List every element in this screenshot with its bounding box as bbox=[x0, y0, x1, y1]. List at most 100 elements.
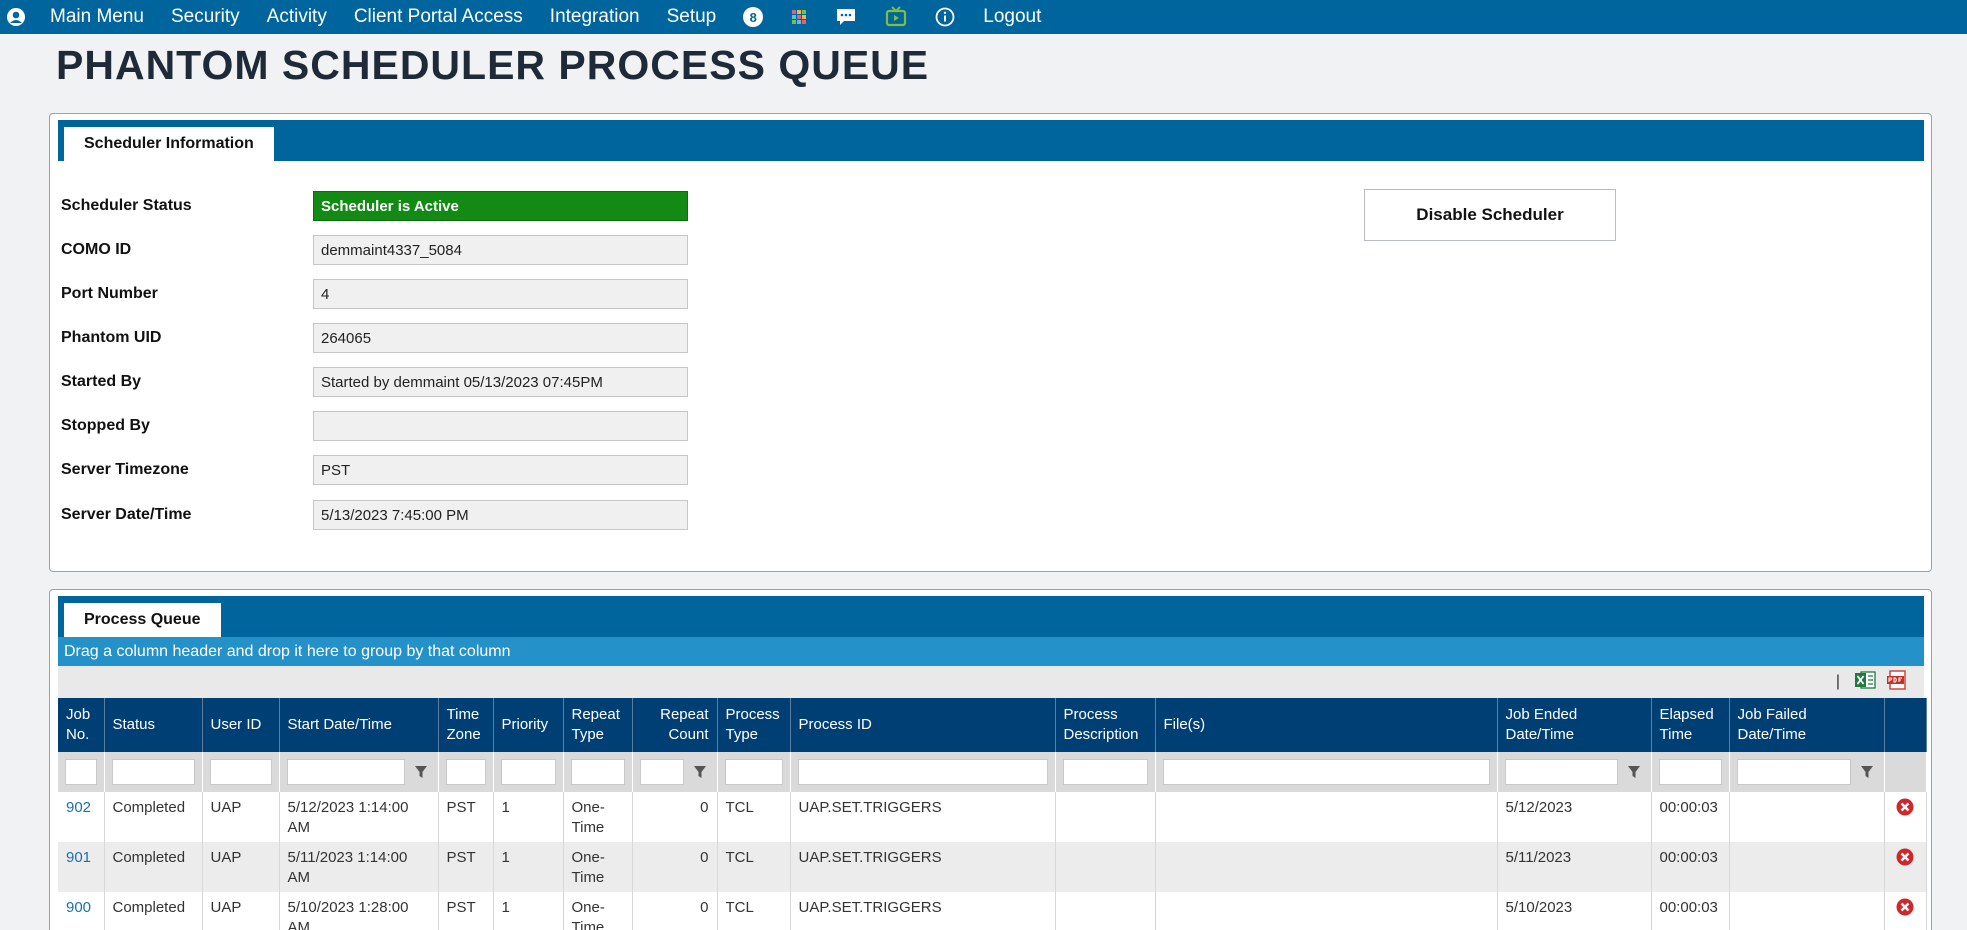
filter-status-input[interactable] bbox=[111, 759, 195, 785]
col-header-process-description[interactable]: Process Description bbox=[1055, 698, 1156, 752]
col-header-user-id[interactable]: User ID bbox=[202, 698, 280, 752]
filter-start-datetime-input[interactable] bbox=[286, 759, 405, 785]
repeat-type-cell: One-Time bbox=[563, 842, 633, 892]
group-by-drop-zone[interactable]: Drag a column header and drop it here to… bbox=[58, 637, 1924, 666]
table-row[interactable]: 900 Completed UAP 5/10/2023 1:28:00 AM P… bbox=[58, 892, 1927, 930]
job-number-link[interactable]: 902 bbox=[66, 799, 91, 816]
table-row[interactable]: 901 Completed UAP 5/11/2023 1:14:00 AM P… bbox=[58, 842, 1927, 892]
process-type-cell: TCL bbox=[717, 842, 791, 892]
filter-priority-input[interactable] bbox=[500, 759, 556, 785]
job-failed-cell bbox=[1729, 842, 1885, 892]
phantom-uid-label: Phantom UID bbox=[61, 329, 162, 346]
col-header-repeat-type[interactable]: Repeat Type bbox=[563, 698, 633, 752]
nav-integration[interactable]: Integration bbox=[550, 6, 640, 28]
filter-actions-cell bbox=[1884, 752, 1927, 792]
col-header-job-ended[interactable]: Job Ended Date/Time bbox=[1497, 698, 1652, 752]
started-by-field: Started by demmaint 05/13/2023 07:45PM bbox=[313, 367, 688, 397]
filter-process-type-input[interactable] bbox=[724, 759, 783, 785]
server-timezone-label: Server Timezone bbox=[61, 461, 189, 478]
tv-icon[interactable] bbox=[885, 6, 907, 28]
start-datetime-cell: 5/11/2023 1:14:00 AM bbox=[279, 842, 439, 892]
process-description-cell bbox=[1055, 792, 1156, 842]
process-type-cell: TCL bbox=[717, 892, 791, 930]
repeat-type-cell: One-Time bbox=[563, 792, 633, 842]
disable-scheduler-button[interactable]: Disable Scheduler bbox=[1364, 189, 1616, 241]
chat-icon[interactable] bbox=[835, 7, 857, 27]
repeat-count-cell: 0 bbox=[632, 892, 718, 930]
server-timezone-field: PST bbox=[313, 455, 688, 485]
process-description-cell bbox=[1055, 892, 1156, 930]
status-cell: Completed bbox=[104, 892, 203, 930]
nav-security[interactable]: Security bbox=[171, 6, 240, 28]
filter-files-input[interactable] bbox=[1162, 759, 1490, 785]
priority-cell: 1 bbox=[493, 792, 564, 842]
filter-job-ended-input[interactable] bbox=[1504, 759, 1618, 785]
job-failed-cell bbox=[1729, 792, 1885, 842]
delete-x-icon[interactable] bbox=[1893, 848, 1918, 866]
filter-user-id-input[interactable] bbox=[209, 759, 272, 785]
tab-scheduler-information[interactable]: Scheduler Information bbox=[64, 127, 274, 161]
filter-funnel-icon[interactable] bbox=[411, 759, 431, 785]
nav-client-portal-access[interactable]: Client Portal Access bbox=[354, 6, 523, 28]
col-header-job-no[interactable]: Job No. bbox=[58, 698, 105, 752]
user-id-cell: UAP bbox=[202, 842, 280, 892]
process-description-cell bbox=[1055, 842, 1156, 892]
col-header-time-zone[interactable]: Time Zone bbox=[438, 698, 494, 752]
row-server-datetime: Server Date/Time 5/13/2023 7:45:00 PM bbox=[61, 500, 688, 530]
repeat-count-cell: 0 bbox=[632, 842, 718, 892]
job-ended-cell: 5/12/2023 bbox=[1497, 792, 1652, 842]
filter-time-zone-input[interactable] bbox=[445, 759, 486, 785]
process-type-cell: TCL bbox=[717, 792, 791, 842]
job-ended-cell: 5/11/2023 bbox=[1497, 842, 1652, 892]
col-header-priority[interactable]: Priority bbox=[493, 698, 564, 752]
excel-export-icon[interactable] bbox=[1854, 670, 1876, 694]
job-ended-cell: 5/10/2023 bbox=[1497, 892, 1652, 930]
col-header-process-type[interactable]: Process Type bbox=[717, 698, 791, 752]
grid-toolbar: | bbox=[58, 666, 1924, 698]
tab-process-queue[interactable]: Process Queue bbox=[64, 603, 221, 637]
row-server-timezone: Server Timezone PST bbox=[61, 455, 688, 485]
col-header-job-failed[interactable]: Job Failed Date/Time bbox=[1729, 698, 1885, 752]
filter-job-no-input[interactable] bbox=[65, 759, 97, 785]
nav-main-menu[interactable]: Main Menu bbox=[50, 6, 144, 28]
filter-job-failed-input[interactable] bbox=[1736, 759, 1851, 785]
process-queue-header: Process Queue bbox=[58, 596, 1924, 637]
col-header-process-id[interactable]: Process ID bbox=[790, 698, 1056, 752]
job-number-link[interactable]: 900 bbox=[66, 899, 91, 916]
started-by-label: Started By bbox=[61, 373, 142, 390]
col-header-files[interactable]: File(s) bbox=[1155, 698, 1498, 752]
notification-badge-icon[interactable]: 8 bbox=[743, 7, 764, 27]
table-row[interactable]: 902 Completed UAP 5/12/2023 1:14:00 AM P… bbox=[58, 792, 1927, 842]
nav-activity[interactable]: Activity bbox=[267, 6, 327, 28]
col-header-elapsed-time[interactable]: Elapsed Time bbox=[1651, 698, 1730, 752]
stopped-by-label: Stopped By bbox=[61, 417, 150, 434]
col-header-repeat-count[interactable]: Repeat Count bbox=[632, 698, 718, 752]
repeat-type-cell: One-Time bbox=[563, 892, 633, 930]
col-header-start-datetime[interactable]: Start Date/Time bbox=[279, 698, 439, 752]
info-icon[interactable] bbox=[935, 7, 955, 27]
filter-repeat-type-input[interactable] bbox=[570, 759, 625, 785]
job-number-link[interactable]: 901 bbox=[66, 849, 91, 866]
filter-funnel-icon[interactable] bbox=[690, 759, 710, 785]
delete-x-icon[interactable] bbox=[1893, 898, 1918, 916]
filter-elapsed-time-input[interactable] bbox=[1658, 759, 1722, 785]
user-icon[interactable] bbox=[5, 6, 27, 28]
filter-funnel-icon[interactable] bbox=[1857, 759, 1877, 785]
filter-process-description-input[interactable] bbox=[1062, 759, 1148, 785]
filter-funnel-icon[interactable] bbox=[1624, 759, 1644, 785]
apps-grid-icon[interactable] bbox=[791, 9, 807, 25]
server-datetime-field: 5/13/2023 7:45:00 PM bbox=[313, 500, 688, 530]
scheduler-status-label: Scheduler Status bbox=[61, 197, 192, 214]
row-como-id: COMO ID demmaint4337_5084 bbox=[61, 235, 688, 265]
toolbar-separator: | bbox=[1835, 673, 1840, 690]
filter-process-id-input[interactable] bbox=[797, 759, 1048, 785]
delete-x-icon[interactable] bbox=[1893, 798, 1918, 816]
priority-cell: 1 bbox=[493, 842, 564, 892]
filter-repeat-count-input[interactable] bbox=[639, 759, 684, 785]
nav-setup[interactable]: Setup bbox=[667, 6, 717, 28]
status-cell: Completed bbox=[104, 842, 203, 892]
nav-logout[interactable]: Logout bbox=[983, 6, 1041, 28]
pdf-export-icon[interactable] bbox=[1886, 670, 1908, 694]
elapsed-time-cell: 00:00:03 bbox=[1651, 792, 1730, 842]
col-header-status[interactable]: Status bbox=[104, 698, 203, 752]
